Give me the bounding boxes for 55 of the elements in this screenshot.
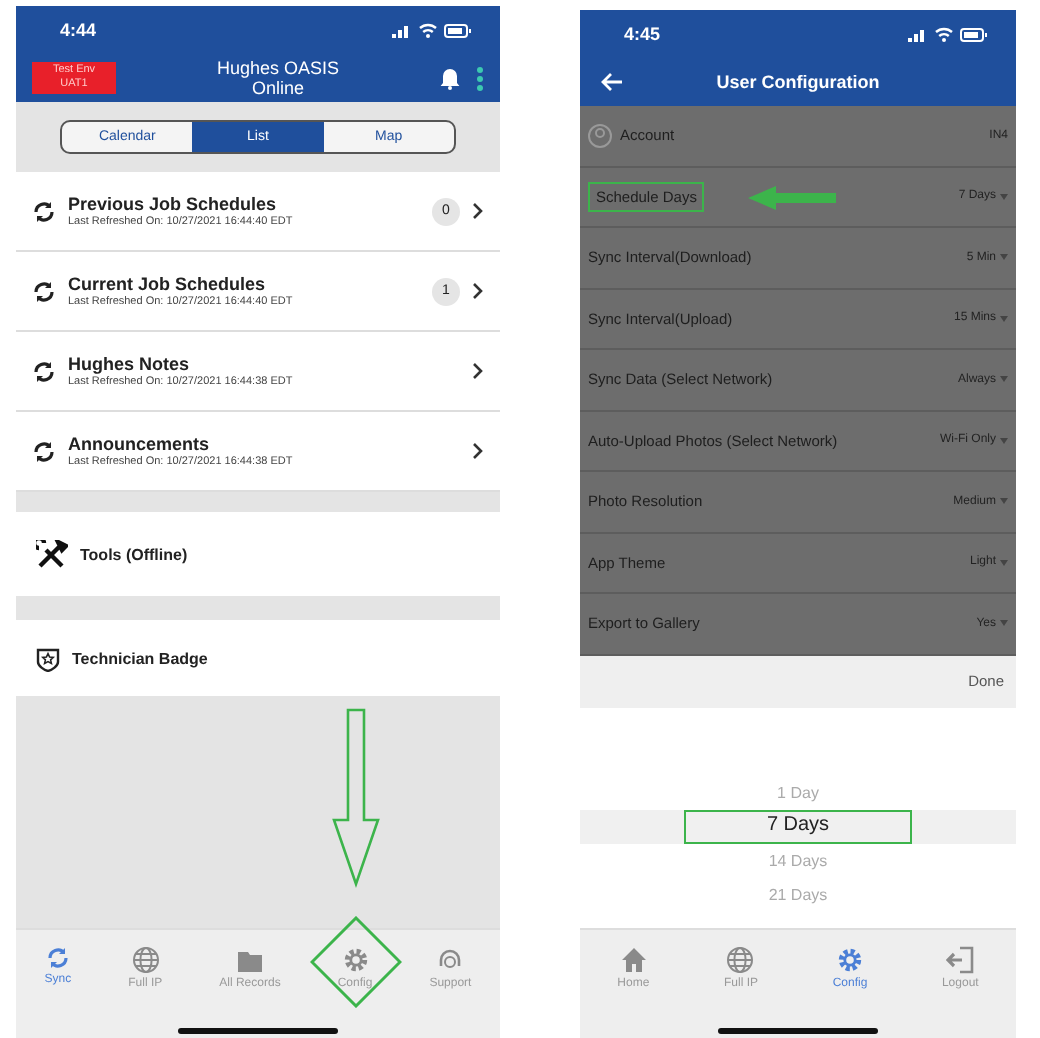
wrench-screwdriver-icon (36, 540, 68, 568)
chevron-right-icon (472, 202, 484, 220)
row-title: Previous Job Schedules (68, 194, 279, 214)
dropdown-caret-icon (1000, 315, 1008, 322)
signal-icon (392, 23, 412, 37)
sync-icon (32, 279, 56, 303)
gear-icon (341, 946, 370, 974)
status-time: 4:44 (60, 20, 97, 40)
dropdown-caret-icon (1000, 437, 1008, 444)
dropdown-caret-icon (1000, 254, 1008, 261)
dropdown-caret-icon (1000, 620, 1008, 627)
battery-icon (960, 27, 988, 41)
row-title: Technician Badge (72, 649, 208, 667)
row-title: Announcements (68, 434, 212, 454)
sync-icon (32, 359, 56, 383)
logout-icon (946, 946, 975, 974)
picker-option[interactable]: 21 Days (712, 877, 884, 911)
list-row[interactable]: Technician Badge (16, 620, 500, 696)
wifi-icon (418, 22, 438, 38)
app-title: Hughes OASIS (214, 58, 342, 78)
folder-icon (235, 946, 264, 974)
connection-status: Online (249, 78, 306, 98)
row-title: Current Job Schedules (68, 274, 268, 294)
list-row[interactable]: Tools (Offline) (16, 512, 500, 596)
dropdown-caret-icon (1000, 193, 1008, 200)
row-title: Tools (Offline) (80, 545, 188, 563)
row-title: Hughes Notes (68, 354, 192, 374)
battery-icon (444, 23, 472, 37)
globe-icon (131, 946, 160, 974)
avatar-icon (588, 123, 612, 148)
gear-icon (835, 946, 864, 974)
home-icon (619, 946, 648, 974)
dropdown-caret-icon (1000, 559, 1008, 566)
dropdown-caret-icon (1000, 498, 1008, 505)
left-arrow-annotation (748, 185, 836, 209)
status-time: 4:45 (624, 24, 661, 44)
screen-title: User Configuration (716, 72, 880, 92)
sync-icon (45, 946, 70, 970)
chevron-right-icon (472, 282, 484, 300)
globe-icon (726, 946, 755, 974)
picker-option[interactable]: 14 Days (712, 843, 884, 877)
signal-icon (908, 27, 928, 41)
bell-icon[interactable] (440, 67, 460, 89)
headset-icon (436, 946, 465, 974)
chevron-right-icon (472, 442, 484, 460)
picker-option[interactable]: 7 Days (684, 809, 912, 843)
picker-option[interactable]: 1 Day (721, 775, 875, 809)
shield-star-icon (36, 645, 60, 671)
sync-icon (32, 199, 56, 223)
wifi-icon (934, 26, 954, 42)
more-menu-icon[interactable] (476, 65, 484, 91)
chevron-right-icon (472, 362, 484, 380)
dropdown-caret-icon (1000, 376, 1008, 383)
back-arrow-icon[interactable] (600, 72, 624, 92)
sync-icon (32, 439, 56, 463)
